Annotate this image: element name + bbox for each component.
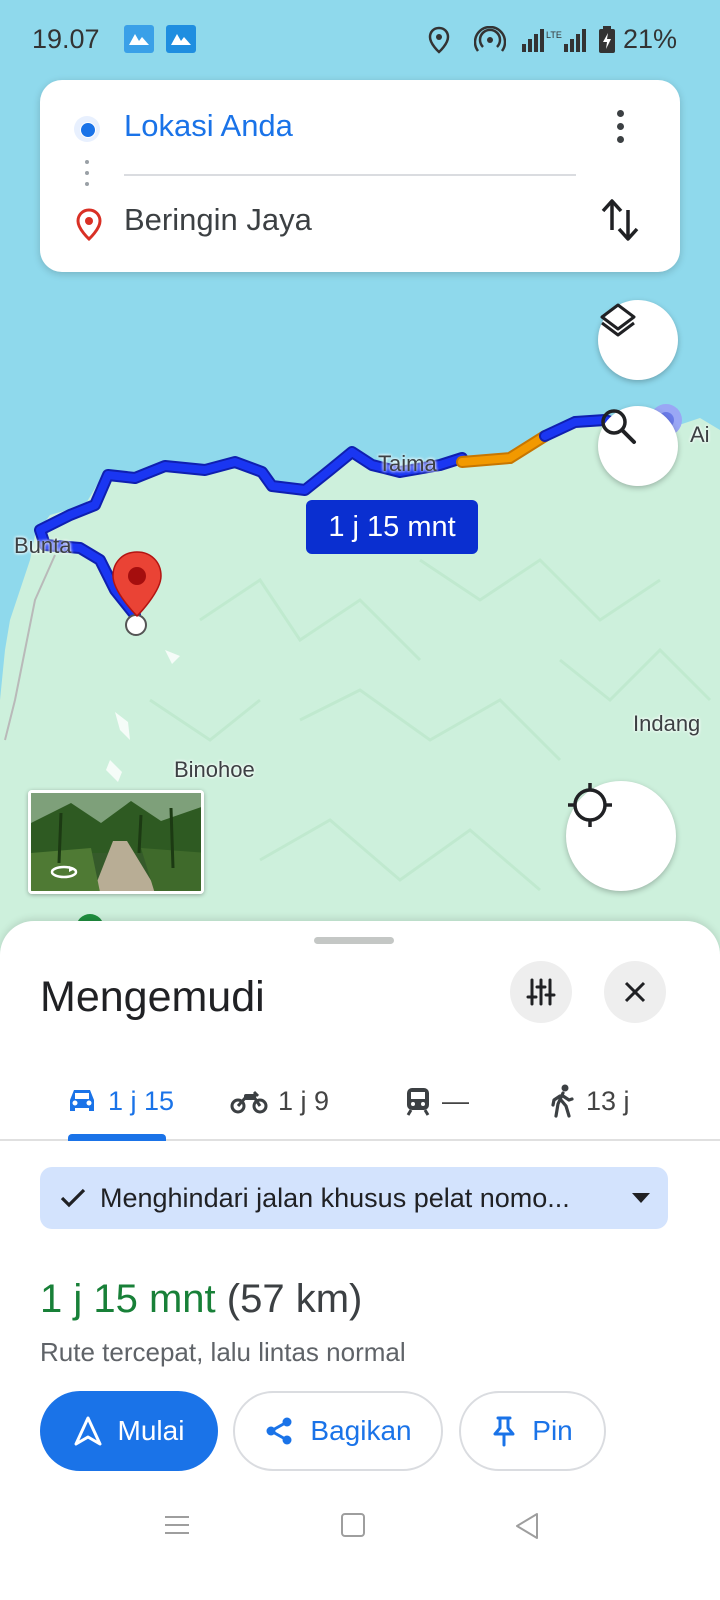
directions-card: Lokasi Anda Beringin Jaya [40,80,680,272]
transit-icon [406,1088,430,1116]
home-icon[interactable] [340,1512,366,1538]
swap-directions-icon[interactable] [600,196,640,244]
street-view-thumbnail[interactable] [28,790,204,894]
tune-icon [526,978,556,1006]
share-icon [266,1417,292,1445]
route-duration: 1 j 15 mnt [40,1277,216,1321]
map-label-edge: Ai [690,422,710,447]
menu-icon[interactable] [164,1512,190,1538]
field-divider [124,174,576,176]
walk-icon [551,1084,574,1118]
pin-button-label: Pin [532,1415,573,1446]
search-along-route-button[interactable] [598,406,678,486]
sheet-title: Mengemudi [40,973,265,1021]
tab-driving[interactable]: 1 j 15 [66,1061,174,1141]
route-summary: 1 j 15 mnt (57 km) [40,1277,362,1322]
battery-percentage: 21% [623,24,678,54]
route-restriction-chip[interactable]: Menghindari jalan khusus pelat nomo... [40,1167,668,1229]
tab-driving-label: 1 j 15 [108,1085,175,1116]
search-icon [601,409,636,444]
route-distance: (57 km) [226,1277,363,1321]
route-connector [85,160,89,194]
status-bar: 19.07 LTE 21% [0,0,720,80]
my-location-button[interactable] [566,781,676,891]
svg-text:LTE: LTE [546,30,562,40]
start-button-label: Mulai [117,1415,185,1446]
destination-field[interactable]: Beringin Jaya [124,202,312,238]
rotate-360-icon [50,865,78,879]
close-button[interactable] [604,961,666,1023]
check-icon [60,1188,86,1208]
tab-motorcycle[interactable]: 1 j 9 [230,1061,329,1141]
route-options-button[interactable] [510,961,572,1023]
status-time: 19.07 [32,24,100,54]
origin-dot-icon [74,116,100,142]
dropdown-arrow-icon [632,1193,650,1203]
location-icon [428,26,450,54]
system-navigation-bar [0,1490,720,1600]
destination-pin-icon[interactable] [110,550,164,620]
motorcycle-icon [230,1090,268,1114]
pushpin-icon [493,1416,515,1447]
signal-icon: LTE [522,29,586,52]
tab-transit-label: — [442,1085,469,1116]
tab-transit[interactable]: — [404,1061,469,1141]
active-tab-indicator [68,1134,166,1141]
destination-pin-icon [76,208,102,242]
start-navigation-button[interactable]: Mulai [40,1391,218,1471]
back-icon[interactable] [514,1512,540,1540]
route-restriction-text: Menghindari jalan khusus pelat nomo... [100,1182,570,1213]
map-label-binohoe: Binohoe [174,757,255,782]
battery-charging-icon [599,26,615,53]
car-icon [70,1090,94,1111]
hotspot-icon [474,26,506,52]
crosshair-icon [568,783,612,827]
layers-button[interactable] [598,300,678,380]
tab-motorcycle-label: 1 j 9 [278,1085,330,1116]
map-label-indang: Indang [633,711,701,736]
route-description: Rute tercepat, lalu lintas normal [40,1337,406,1367]
tab-walking-label: 13 j [586,1085,630,1116]
more-options-button[interactable] [600,104,640,152]
route-eta-chip[interactable]: 1 j 15 mnt [306,500,478,554]
tab-walking[interactable]: 13 j [550,1061,630,1141]
close-icon [624,981,646,1003]
origin-field[interactable]: Lokasi Anda [124,108,293,144]
share-button-label: Bagikan [310,1415,412,1446]
app-notification-icon [124,25,154,53]
pin-button[interactable]: Pin [459,1391,606,1471]
map-label-taima: Taima [378,451,437,476]
sheet-drag-handle[interactable] [314,937,394,944]
share-button[interactable]: Bagikan [233,1391,443,1471]
layers-icon [600,303,636,337]
travel-mode-tabs: 1 j 15 1 j 9 — 13 j [0,1061,720,1141]
more-vert-icon [616,110,624,117]
app-notification-icon [166,25,196,53]
map-label-bunta: Bunta [14,533,72,558]
navigation-arrow-icon [74,1416,102,1446]
